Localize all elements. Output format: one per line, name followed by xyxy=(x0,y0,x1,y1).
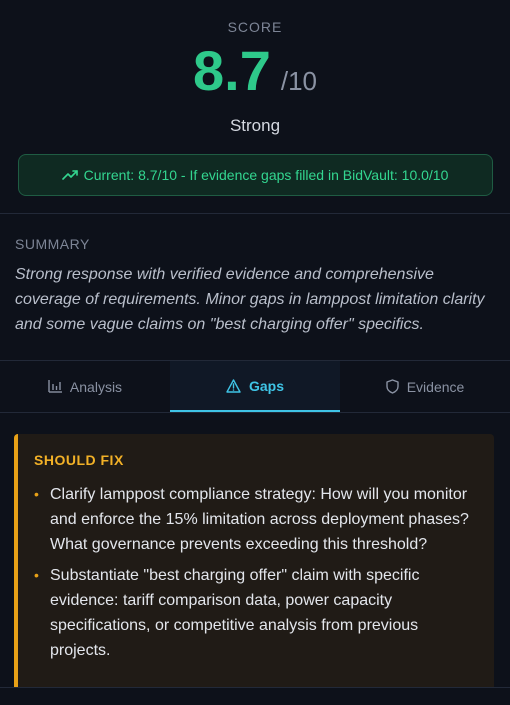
gap-item-text: Clarify lamppost compliance strategy: Ho… xyxy=(50,486,469,553)
tab-analysis-label: Analysis xyxy=(69,378,123,395)
projection-text: Current: 8.7/10 - If evidence gaps fille… xyxy=(83,167,449,183)
trending-up-icon xyxy=(61,170,78,180)
warning-triangle-icon xyxy=(226,378,241,393)
score-projection-banner: Current: 8.7/10 - If evidence gaps fille… xyxy=(17,154,493,196)
summary-text: Strong response with verified evidence a… xyxy=(15,266,485,333)
bar-chart-icon xyxy=(48,380,62,393)
tab-analysis[interactable]: Analysis xyxy=(0,361,170,412)
gap-item-text: Substantiate "best charging offer" claim… xyxy=(50,567,420,659)
gap-item: • Clarify lamppost compliance strategy: … xyxy=(34,482,478,557)
summary-section: SUMMARY Strong response with verified ev… xyxy=(0,214,510,361)
score-value: 8.7 xyxy=(192,39,271,102)
score-row: 8.7 /10 xyxy=(0,41,510,101)
score-rating: Strong xyxy=(229,116,281,135)
summary-label: SUMMARY xyxy=(15,236,90,252)
tab-gaps-label: Gaps xyxy=(248,377,284,394)
bullet-icon: • xyxy=(34,567,39,583)
tab-gaps[interactable]: Gaps xyxy=(170,361,340,412)
should-fix-card: SHOULD FIX • Clarify lamppost compliance… xyxy=(14,434,494,694)
shield-icon xyxy=(386,379,399,394)
bullet-icon: • xyxy=(34,486,39,502)
tab-bar: Analysis Gaps Evidence xyxy=(0,361,510,413)
score-max: /10 xyxy=(280,66,317,96)
tab-evidence[interactable]: Evidence xyxy=(340,361,510,412)
gap-item: • Substantiate "best charging offer" cla… xyxy=(34,563,478,663)
score-section: SCORE 8.7 /10 Strong Current: 8.7/10 - I… xyxy=(0,0,510,214)
score-label: SCORE xyxy=(227,19,283,35)
bottom-bar xyxy=(0,687,510,705)
tab-evidence-label: Evidence xyxy=(406,378,465,395)
gap-list: • Clarify lamppost compliance strategy: … xyxy=(34,482,478,663)
should-fix-title: SHOULD FIX xyxy=(34,452,124,468)
